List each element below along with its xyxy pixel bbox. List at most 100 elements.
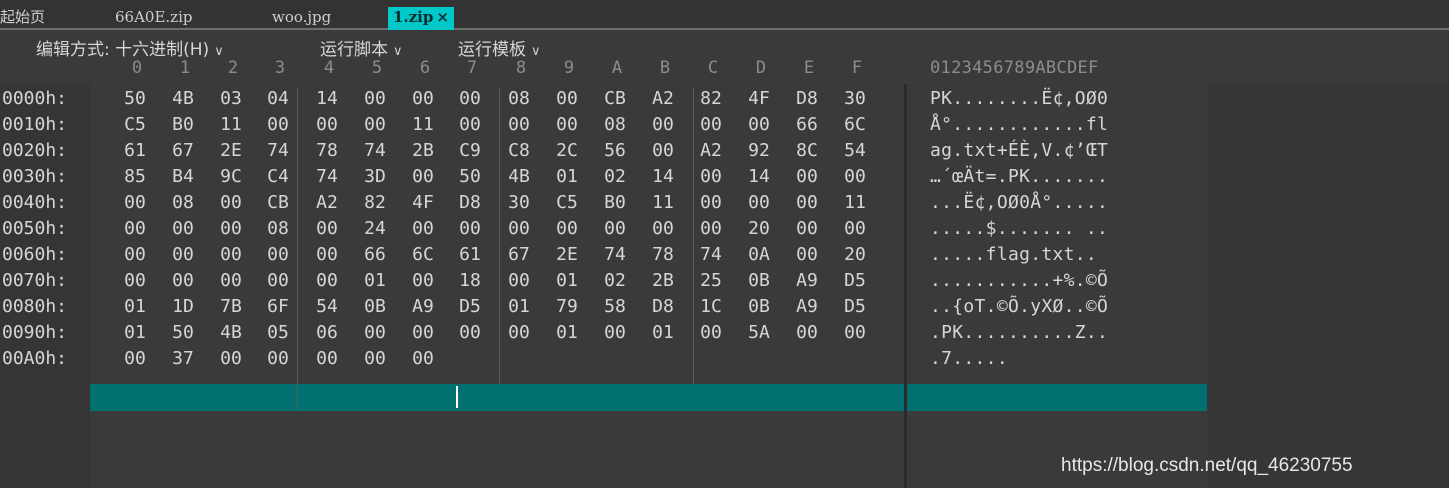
hex-byte[interactable]: C9	[447, 140, 493, 161]
hex-byte[interactable]: 6F	[255, 296, 301, 317]
ascii-text[interactable]: .7.....	[930, 348, 1008, 369]
hex-byte[interactable]: A9	[400, 296, 446, 317]
hex-byte[interactable]: 8C	[784, 140, 830, 161]
hex-byte[interactable]: 78	[304, 140, 350, 161]
hex-byte[interactable]: 01	[352, 270, 398, 291]
close-icon[interactable]: ×	[436, 8, 449, 26]
hex-byte[interactable]: 56	[592, 140, 638, 161]
hex-byte[interactable]: CB	[592, 88, 638, 109]
hex-byte[interactable]: 00	[304, 114, 350, 135]
run-script-menu[interactable]: 运行脚本 ∨	[320, 35, 403, 60]
hex-byte[interactable]: 14	[304, 88, 350, 109]
hex-byte[interactable]: 0B	[352, 296, 398, 317]
hex-byte[interactable]: 00	[688, 166, 734, 187]
hex-byte[interactable]: 0A	[736, 244, 782, 265]
hex-byte[interactable]: 00	[112, 270, 158, 291]
hex-byte[interactable]: 04	[255, 88, 301, 109]
hex-byte[interactable]: 00	[688, 322, 734, 343]
tab-1-zip[interactable]: 1.zip ×	[388, 7, 454, 30]
hex-byte[interactable]: 00	[784, 192, 830, 213]
hex-byte[interactable]: 2B	[400, 140, 446, 161]
hex-byte[interactable]: 00	[352, 348, 398, 369]
hex-byte[interactable]: 00	[496, 322, 542, 343]
hex-byte[interactable]: 50	[112, 88, 158, 109]
hex-byte[interactable]: 11	[208, 114, 254, 135]
hex-byte[interactable]: A2	[304, 192, 350, 213]
hex-byte[interactable]: D8	[640, 296, 686, 317]
hex-byte[interactable]: 67	[496, 244, 542, 265]
hex-byte[interactable]: 00	[112, 244, 158, 265]
hex-byte[interactable]: 06	[304, 322, 350, 343]
ascii-text[interactable]: .PK..........Z..	[930, 322, 1108, 343]
hex-byte[interactable]: 58	[592, 296, 638, 317]
hex-byte[interactable]: 01	[496, 296, 542, 317]
hex-byte[interactable]: 01	[544, 322, 590, 343]
hex-byte[interactable]: A9	[784, 270, 830, 291]
hex-byte[interactable]: 61	[112, 140, 158, 161]
hex-byte[interactable]: 6C	[400, 244, 446, 265]
hex-byte[interactable]: 00	[208, 218, 254, 239]
hex-byte[interactable]: 82	[688, 88, 734, 109]
hex-byte[interactable]: 00	[400, 166, 446, 187]
hex-byte[interactable]: 2C	[544, 140, 590, 161]
hex-byte[interactable]: 00	[496, 218, 542, 239]
ascii-text[interactable]: ...Ë¢‚OØ0Å°.....	[930, 192, 1108, 213]
hex-byte[interactable]: 92	[736, 140, 782, 161]
hex-byte[interactable]: 08	[496, 88, 542, 109]
hex-byte[interactable]: 74	[255, 140, 301, 161]
hex-byte[interactable]: 25	[688, 270, 734, 291]
hex-byte[interactable]: 30	[832, 88, 878, 109]
hex-byte[interactable]: 00	[208, 192, 254, 213]
hex-byte[interactable]: 14	[736, 166, 782, 187]
hex-byte[interactable]: 00	[592, 322, 638, 343]
hex-byte[interactable]: 11	[640, 192, 686, 213]
hex-byte[interactable]: 00	[688, 218, 734, 239]
hex-byte[interactable]: 01	[544, 166, 590, 187]
hex-byte[interactable]: 00	[784, 166, 830, 187]
hex-byte[interactable]: 01	[112, 296, 158, 317]
hex-byte[interactable]: 00	[640, 218, 686, 239]
hex-byte[interactable]: 18	[447, 270, 493, 291]
hex-byte[interactable]: 66	[352, 244, 398, 265]
ascii-text[interactable]: Å°............fl	[930, 114, 1108, 135]
hex-byte[interactable]: B4	[160, 166, 206, 187]
hex-byte[interactable]: 82	[352, 192, 398, 213]
hex-byte[interactable]: 7B	[208, 296, 254, 317]
hex-byte[interactable]: 74	[352, 140, 398, 161]
hex-byte[interactable]: 1D	[160, 296, 206, 317]
hex-byte[interactable]: 00	[255, 348, 301, 369]
hex-byte[interactable]: 00	[352, 114, 398, 135]
hex-byte[interactable]: 4B	[496, 166, 542, 187]
hex-byte[interactable]: A2	[640, 88, 686, 109]
hex-byte[interactable]: 00	[688, 114, 734, 135]
hex-byte[interactable]: 74	[688, 244, 734, 265]
hex-byte[interactable]: 00	[400, 88, 446, 109]
hex-byte[interactable]: 00	[400, 322, 446, 343]
hex-byte[interactable]: 4F	[736, 88, 782, 109]
hex-byte[interactable]: 4B	[160, 88, 206, 109]
hex-byte[interactable]: D8	[784, 88, 830, 109]
hex-byte[interactable]: 00	[112, 218, 158, 239]
hex-byte[interactable]: 6C	[832, 114, 878, 135]
hex-byte[interactable]: 24	[352, 218, 398, 239]
hex-byte[interactable]: 00	[352, 322, 398, 343]
hex-byte[interactable]: 00	[496, 270, 542, 291]
hex-byte[interactable]: 20	[736, 218, 782, 239]
hex-byte[interactable]: 02	[592, 166, 638, 187]
hex-byte[interactable]: 01	[640, 322, 686, 343]
hex-byte[interactable]: 79	[544, 296, 590, 317]
hex-byte[interactable]: 05	[255, 322, 301, 343]
hex-byte[interactable]: 20	[832, 244, 878, 265]
hex-byte[interactable]: 00	[112, 192, 158, 213]
hex-byte[interactable]: 30	[496, 192, 542, 213]
ascii-text[interactable]: .....$....... ..	[930, 218, 1108, 239]
ascii-text[interactable]: …´œÄt=.PK.......	[930, 166, 1108, 187]
hex-byte[interactable]: 00	[832, 166, 878, 187]
hex-byte[interactable]: 4F	[400, 192, 446, 213]
hex-byte[interactable]: 00	[784, 244, 830, 265]
hex-byte[interactable]: 9C	[208, 166, 254, 187]
hex-byte[interactable]: 00	[544, 114, 590, 135]
hex-byte[interactable]: 00	[304, 270, 350, 291]
hex-byte[interactable]: 00	[208, 270, 254, 291]
hex-byte[interactable]: 00	[496, 114, 542, 135]
